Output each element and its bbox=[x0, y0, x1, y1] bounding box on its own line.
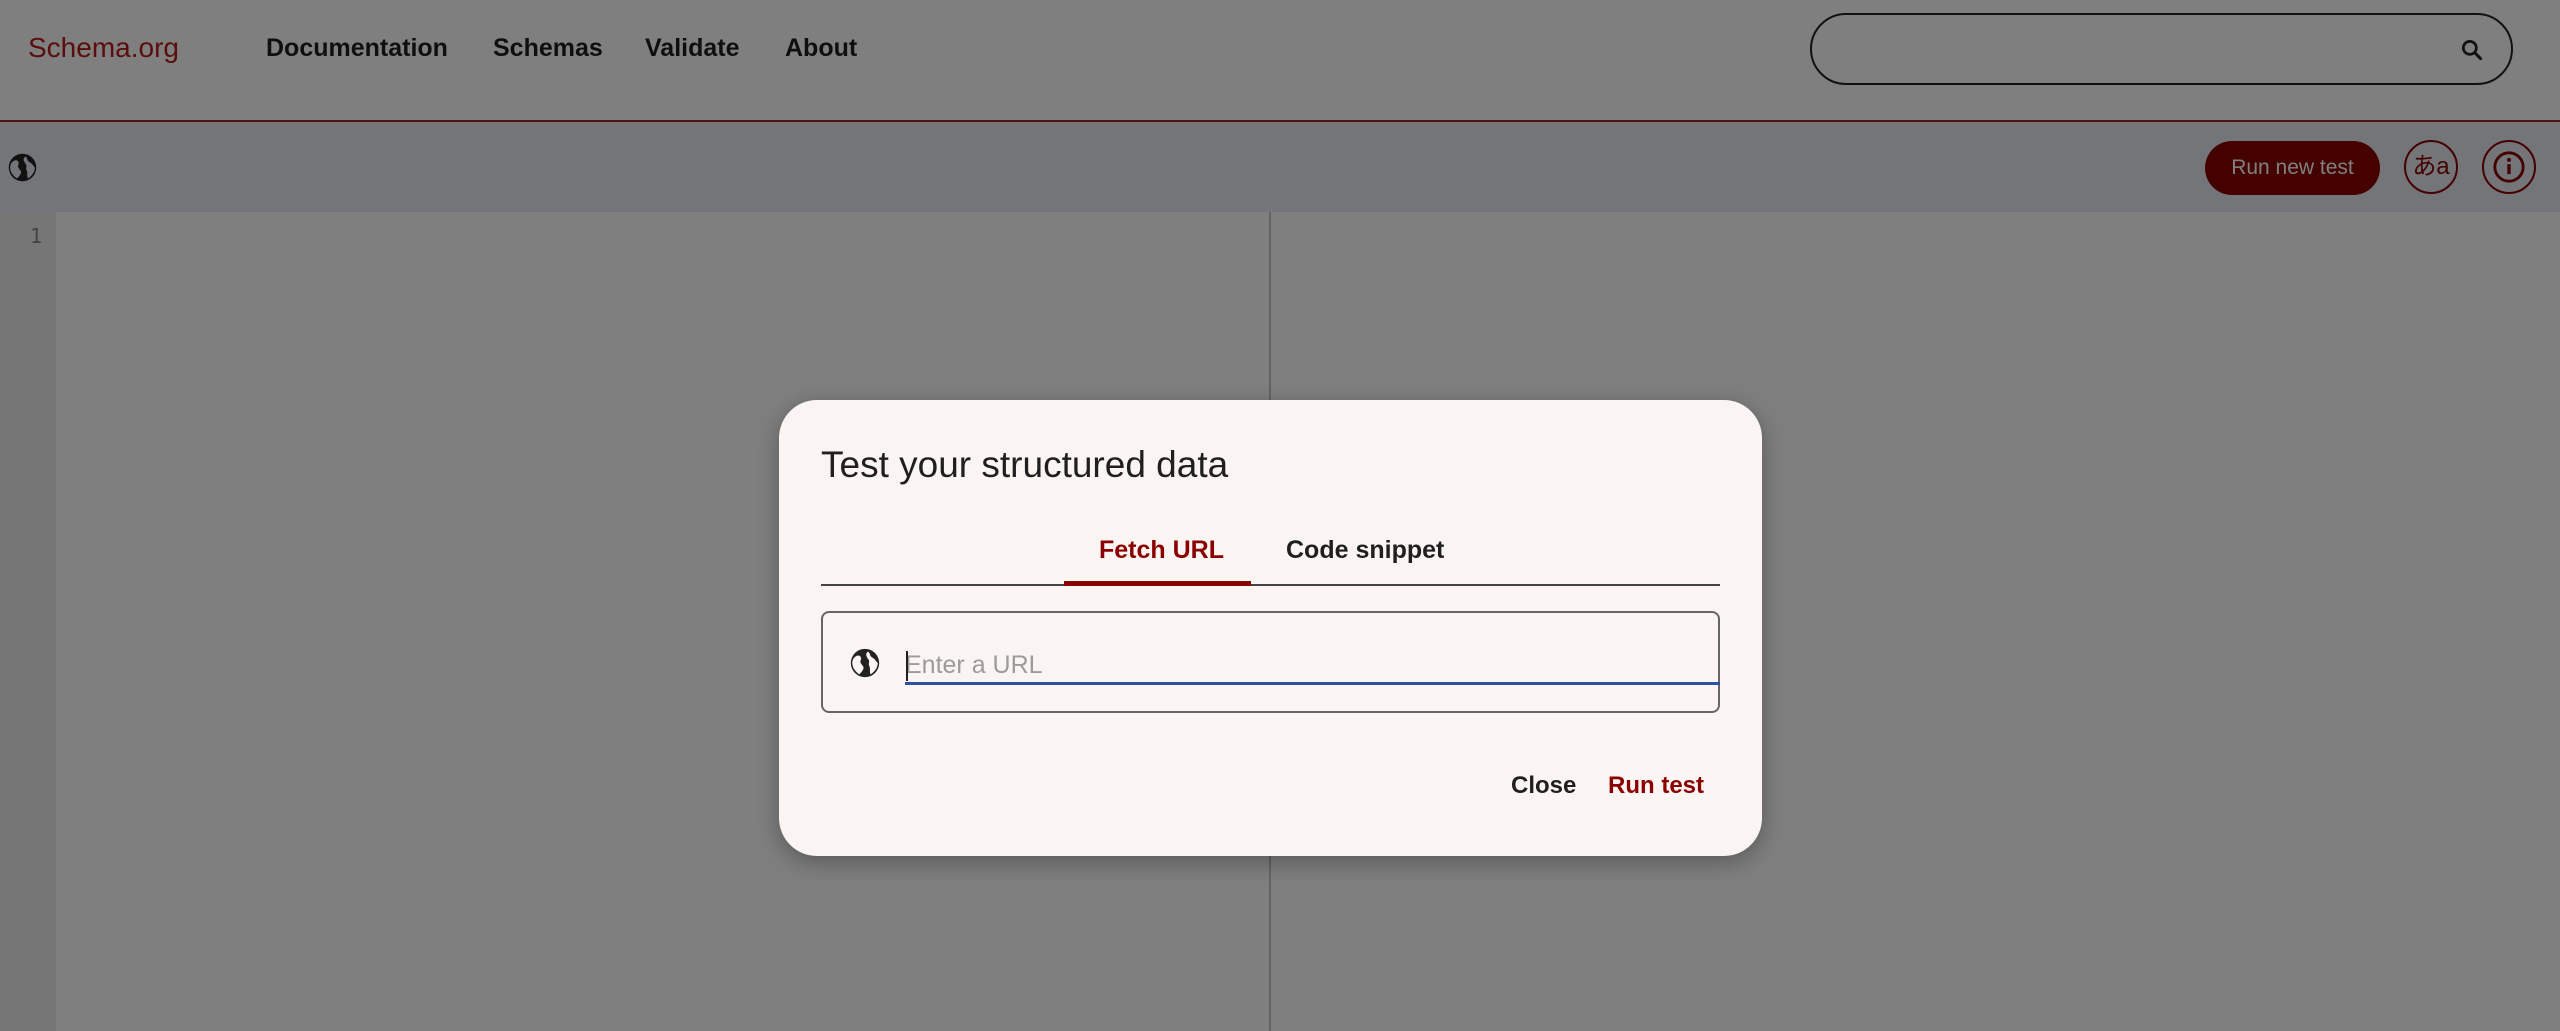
tab-fetch-url[interactable]: Fetch URL bbox=[1099, 536, 1224, 565]
test-dialog: Test your structured data Fetch URL Code… bbox=[779, 400, 1762, 856]
close-button[interactable]: Close bbox=[1511, 772, 1576, 800]
active-tab-indicator bbox=[1064, 581, 1251, 586]
dialog-title: Test your structured data bbox=[821, 444, 1229, 485]
tabs-divider bbox=[821, 584, 1720, 586]
text-caret bbox=[906, 651, 908, 681]
tab-code-snippet[interactable]: Code snippet bbox=[1286, 536, 1444, 565]
globe-icon bbox=[850, 648, 880, 678]
run-test-button[interactable]: Run test bbox=[1608, 772, 1704, 800]
url-input[interactable] bbox=[905, 641, 1720, 685]
url-field[interactable] bbox=[821, 611, 1720, 713]
